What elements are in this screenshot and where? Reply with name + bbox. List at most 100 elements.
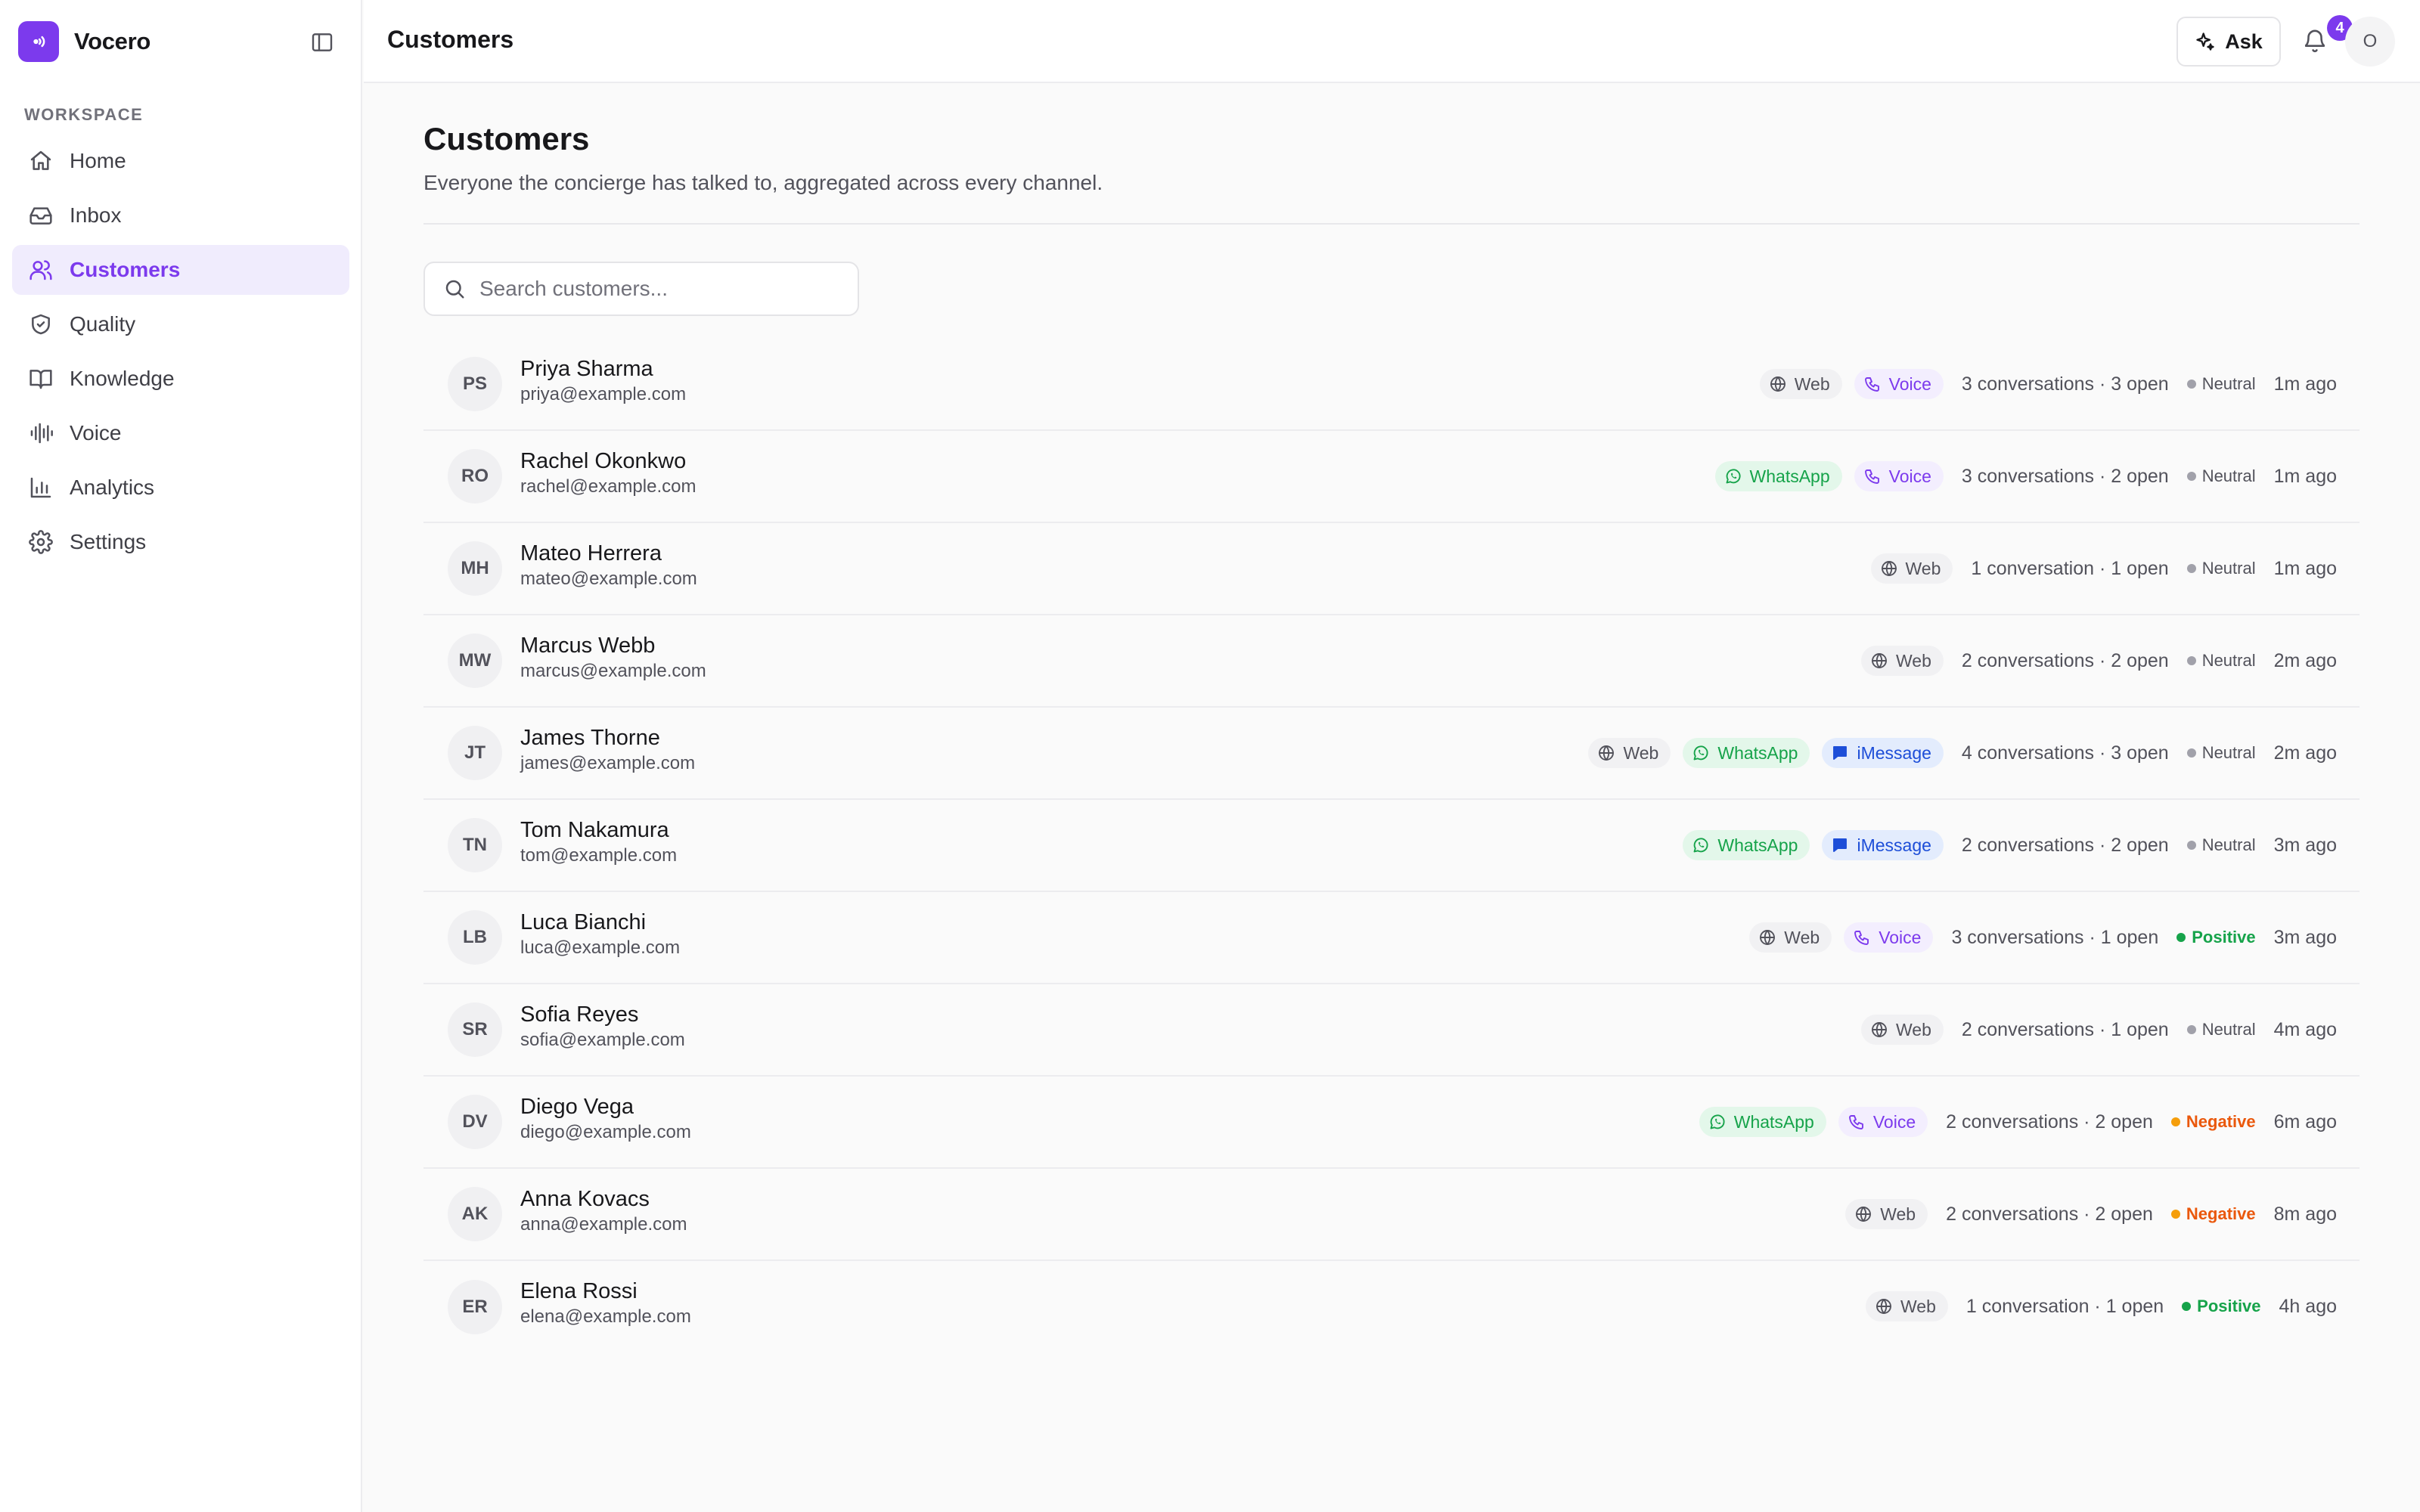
users-icon: [29, 260, 52, 280]
customer-meta: Web WhatsApp iMessage 4 conversations · 3 o…: [1576, 708, 2337, 798]
customer-row[interactable]: LB Luca Bianchi luca@example.com Web Voice 3 …: [424, 892, 2360, 984]
customer-row[interactable]: SR Sofia Reyes sofia@example.com Web 2 conve…: [424, 984, 2360, 1077]
customer-email: rachel@example.com: [520, 476, 697, 497]
last-activity-time: 2m ago: [2273, 649, 2337, 671]
globe-icon: [1872, 653, 1887, 668]
customer-identity: James Thorne james@example.com: [520, 724, 695, 776]
customer-row[interactable]: PS Priya Sharma priya@example.com Web Voice 3…: [424, 339, 2360, 431]
waveform-icon: [30, 423, 53, 444]
channel-chip-whatsapp: WhatsApp: [1699, 1107, 1826, 1137]
customer-email: sofia@example.com: [520, 1030, 685, 1050]
sentiment-dot: [2170, 1117, 2180, 1126]
sidebar-item-label: Voice: [70, 421, 122, 445]
sidebar-item-quality[interactable]: Quality: [12, 299, 349, 349]
sidebar-item-analytics[interactable]: Analytics: [12, 463, 349, 513]
customer-row[interactable]: MW Marcus Webb marcus@example.com Web 2 conv…: [424, 615, 2360, 708]
sentiment-dot: [2186, 748, 2196, 758]
channel-label: Web: [1623, 742, 1659, 763]
ask-button[interactable]: Ask: [2176, 17, 2281, 67]
topbar: Customers Ask 4 O: [364, 0, 2420, 83]
sidebar-item-voice[interactable]: Voice: [12, 408, 349, 458]
customer-identity: Marcus Webb marcus@example.com: [520, 632, 706, 683]
customer-name: Elena Rossi: [520, 1279, 638, 1303]
customer-email: marcus@example.com: [520, 661, 706, 681]
last-activity-time: 6m ago: [2273, 1111, 2337, 1132]
customer-row[interactable]: TN Tom Nakamura tom@example.com WhatsApp iMe…: [424, 800, 2360, 892]
sidebar-item-customers[interactable]: Customers: [12, 245, 349, 295]
customer-row[interactable]: RO Rachel Okonkwo rachel@example.com WhatsA…: [424, 431, 2360, 523]
phone-icon: [1848, 1115, 1863, 1129]
customer-name: Diego Vega: [520, 1095, 634, 1119]
channel-chip-whatsapp: WhatsApp: [1683, 738, 1810, 768]
home-icon: [30, 150, 51, 170]
channel-label: WhatsApp: [1733, 1111, 1814, 1132]
channel-chip-web: Web: [1588, 738, 1671, 768]
conversation-count: 2 conversations · 2 open: [1946, 1111, 2153, 1132]
sidebar-item-label: Home: [70, 149, 126, 172]
sidebar-toggle-button[interactable]: [306, 27, 339, 57]
users-icon: [27, 256, 54, 284]
conversation-count: 3 conversations · 2 open: [1961, 465, 2169, 487]
customer-meta: Web Voice 3 conversations · 1 open Positive…: [1737, 892, 2337, 983]
conversation-count: 1 conversation · 1 open: [1965, 1295, 2164, 1317]
globe-icon: [1881, 561, 1897, 576]
sentiment-label: Negative: [2186, 1204, 2256, 1223]
channel-label: Web: [1896, 650, 1931, 671]
customer-email: diego@example.com: [520, 1122, 691, 1142]
customer-meta: Web 2 conversations · 1 open Neutral 4m ago: [1849, 984, 2337, 1075]
channel-label: WhatsApp: [1717, 835, 1798, 855]
globe-icon: [1872, 1022, 1887, 1037]
customer-row[interactable]: ER Elena Rossi elena@example.com Web 1 conve…: [424, 1261, 2360, 1353]
whatsapp-icon: [1693, 838, 1708, 853]
sidebar-item-inbox[interactable]: Inbox: [12, 191, 349, 240]
channel-label: Web: [1905, 558, 1941, 578]
channel-chip-web: Web: [1861, 646, 1944, 676]
search-input[interactable]: [479, 277, 842, 301]
customer-name: Rachel Okonkwo: [520, 449, 687, 473]
channel-label: Web: [1900, 1296, 1936, 1316]
bell-icon: [2304, 29, 2325, 53]
customer-row[interactable]: JT James Thorne james@example.com Web WhatsA…: [424, 708, 2360, 800]
customer-identity: Priya Sharma priya@example.com: [520, 355, 686, 407]
channel-label: Web: [1896, 1019, 1931, 1040]
customer-row[interactable]: MH Mateo Herrera mateo@example.com Web 1 con…: [424, 523, 2360, 615]
sentiment-badge: Neutral: [2186, 559, 2256, 578]
avatar: AK: [448, 1187, 502, 1241]
customer-identity: Tom Nakamura tom@example.com: [520, 816, 677, 868]
vocero-logo-icon: [18, 21, 59, 62]
sentiment-badge: Negative: [2170, 1112, 2256, 1132]
customer-row[interactable]: AK Anna Kovacs anna@example.com Web 2 conver…: [424, 1169, 2360, 1261]
globe-icon: [1876, 1299, 1891, 1314]
customer-email: tom@example.com: [520, 845, 678, 866]
gear-icon: [29, 530, 53, 554]
channel-chip-whatsapp: WhatsApp: [1714, 461, 1842, 491]
avatar: MW: [448, 634, 502, 688]
sidebar-item-knowledge[interactable]: Knowledge: [12, 354, 349, 404]
sentiment-dot: [2176, 933, 2186, 942]
search-box[interactable]: [424, 262, 859, 316]
sentiment-label: Neutral: [2201, 559, 2256, 578]
sentiment-badge: Neutral: [2186, 374, 2256, 394]
user-avatar[interactable]: O: [2345, 17, 2395, 67]
customer-identity: Anna Kovacs anna@example.com: [520, 1185, 687, 1237]
customer-name: Mateo Herrera: [520, 541, 662, 565]
customer-row[interactable]: DV Diego Vega diego@example.com WhatsApp Voi…: [424, 1077, 2360, 1169]
sidebar-item-home[interactable]: Home: [12, 136, 349, 186]
last-activity-time: 3m ago: [2273, 926, 2337, 948]
sentiment-label: Neutral: [2201, 374, 2256, 393]
conversation-count: 2 conversations · 2 open: [1961, 834, 2169, 856]
brand[interactable]: Vocero: [18, 21, 150, 62]
conversation-count: 4 conversations · 3 open: [1961, 742, 2169, 764]
avatar: MH: [448, 541, 502, 596]
channel-chip-imessage: iMessage: [1822, 738, 1944, 768]
header-divider: [424, 223, 2360, 225]
sidebar-item-settings[interactable]: Settings: [12, 517, 349, 567]
sentiment-badge: Neutral: [2186, 651, 2256, 671]
sentiment-label: Neutral: [2201, 466, 2256, 485]
customer-meta: WhatsApp Voice 2 conversations · 2 open Neg…: [1687, 1077, 2337, 1167]
whatsapp-icon: [1726, 469, 1741, 484]
whatsapp-icon: [1710, 1114, 1725, 1129]
customer-email: luca@example.com: [520, 937, 681, 958]
channel-label: iMessage: [1857, 742, 1931, 763]
customer-identity: Mateo Herrera mateo@example.com: [520, 540, 697, 591]
